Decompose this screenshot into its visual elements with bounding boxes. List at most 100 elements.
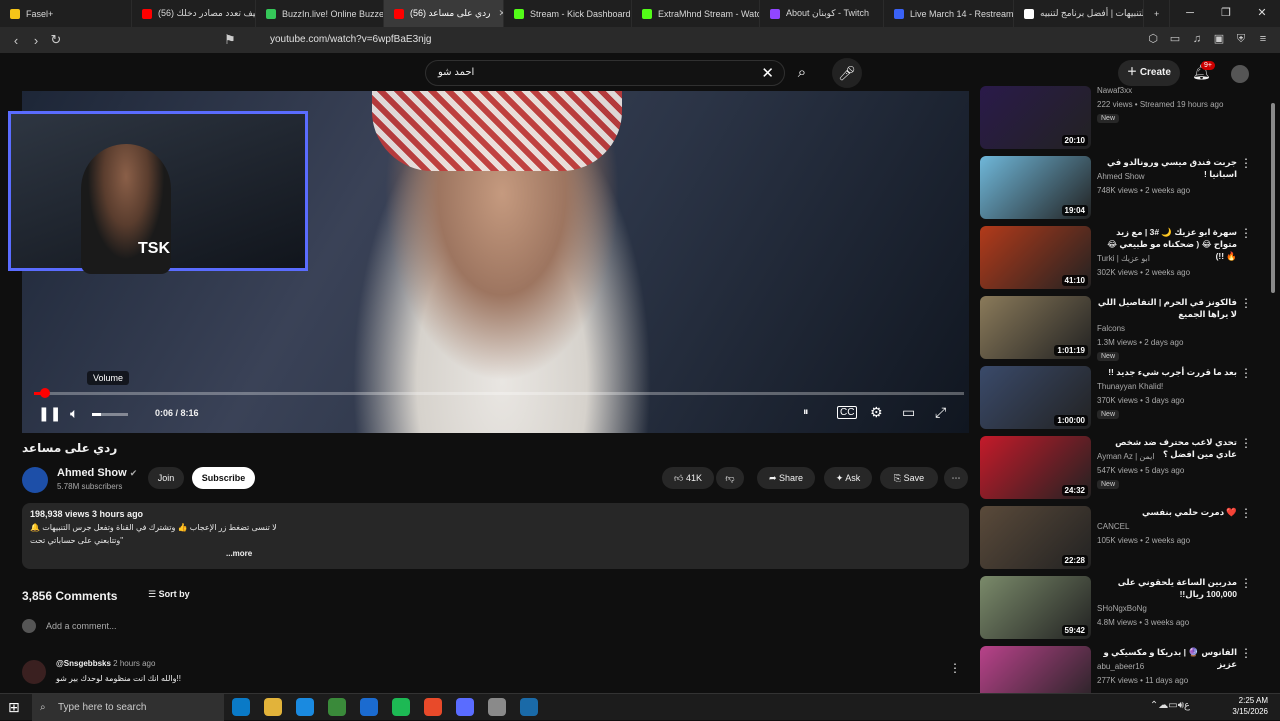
recommendation-item[interactable]: 19:04 جربت فندق ميسي ورونالدو في اسبانيا … <box>978 156 1268 220</box>
reload-button[interactable]: ↻ <box>46 32 66 48</box>
video-thumbnail[interactable]: 24:32 <box>980 436 1091 499</box>
commenter-name[interactable]: @Snsgebbsks 2 hours ago <box>56 659 155 668</box>
taskbar-search[interactable]: ⌕ Type here to search <box>32 694 224 721</box>
taskbar-app-icon[interactable] <box>520 698 538 716</box>
recommendation-item[interactable]: 1:00:00 بعد ما قررت أجرب شيء جديد !! Thuna… <box>978 366 1268 430</box>
recommendation-channel[interactable]: Turki | ابو عزيك <box>1097 254 1150 263</box>
recommendation-channel[interactable]: Ayman Az | ايمن <box>1097 452 1155 461</box>
recommendation-title[interactable]: بعد ما قررت أجرب شيء جديد !! <box>1097 366 1237 378</box>
bookmark-icon[interactable]: ⚑ <box>220 32 240 48</box>
add-comment-field[interactable]: Add a comment... <box>22 619 969 635</box>
scrollbar[interactable] <box>1271 103 1275 293</box>
sort-by-button[interactable]: ☰ Sort by <box>148 589 190 600</box>
share-button[interactable]: ➦ Share <box>757 467 815 489</box>
video-thumbnail[interactable]: 1:01:19 <box>980 296 1091 359</box>
clock[interactable]: 2:25 AM 3/15/2026 <box>1232 695 1268 717</box>
recommendation-item[interactable]: 36:05الفانوس 🔮 | بدريكا و مكسيكي و عزيزa… <box>978 646 1268 693</box>
sidebar-icon[interactable]: ▭ <box>1168 32 1182 46</box>
settings-icon[interactable]: ⚙ <box>870 404 883 421</box>
recommendation-item[interactable]: 41:10 سهرة ابو عزيك 🌙 #3 | مع زيد متواح 😂… <box>978 226 1268 290</box>
taskbar-app-icon[interactable] <box>328 698 346 716</box>
join-button[interactable]: Join <box>148 467 184 489</box>
subscribe-button[interactable]: Subscribe <box>192 467 255 489</box>
media-icon[interactable]: ♫ <box>1190 32 1204 46</box>
create-button[interactable]: ＋ Create <box>1118 60 1180 86</box>
miniplayer-icon[interactable]: ▭ <box>902 404 915 421</box>
pause-icon[interactable]: ❚❚ <box>38 405 61 422</box>
more-actions-button[interactable]: ⋯ <box>944 467 968 489</box>
recommendation-item[interactable]: 20:10 Nawaf3xx 222 views • Streamed 19 hou… <box>978 86 1268 150</box>
recommendation-title[interactable]: فالكونز في الحرم | التفاصيل اللي لا يراه… <box>1097 296 1237 320</box>
address-bar[interactable]: youtube.com/watch?v=6wpfBaE3njg <box>240 31 960 49</box>
recommendation-title[interactable]: ❤️ دمرت حلمي بنفسي <box>1097 506 1237 518</box>
volume-slider[interactable] <box>92 413 128 416</box>
more-options-icon[interactable]: ⋮ <box>1240 576 1252 590</box>
video-thumbnail[interactable]: 22:28 <box>980 506 1091 569</box>
channel-avatar[interactable] <box>22 467 48 493</box>
more-options-icon[interactable]: ⋮ <box>1240 436 1252 450</box>
recommendation-title[interactable]: مدربين الساعة يلحقوني على 100,000 ريال!! <box>1097 576 1237 600</box>
menu-icon[interactable]: ≡ <box>1256 32 1270 46</box>
comment-menu-icon[interactable]: ⋮ <box>949 661 961 675</box>
recommendation-channel[interactable]: Nawaf3xx <box>1097 86 1132 95</box>
recommendation-item[interactable]: 24:32 تحدي لاعب محترف ضد شخص عادي مين افض… <box>978 436 1268 500</box>
save-button[interactable]: ⎘ Save <box>880 467 938 489</box>
more-options-icon[interactable]: ⋮ <box>1240 156 1252 170</box>
taskbar-app-icon[interactable] <box>488 698 506 716</box>
taskbar-app-icon[interactable] <box>360 698 378 716</box>
browser-tab[interactable]: (56) كيف تعدد مصادر دخلك <box>132 0 256 27</box>
channel-name[interactable]: Ahmed Show ✔ <box>57 467 137 479</box>
recommendation-item[interactable]: 1:01:19 فالكونز في الحرم | التفاصيل اللي … <box>978 296 1268 361</box>
recommendation-channel[interactable]: abu_abeer16 <box>1097 662 1144 671</box>
recommendation-item[interactable]: 59:42 مدربين الساعة يلحقوني على 100,000 ر… <box>978 576 1268 640</box>
browser-tab[interactable]: Fasel+ <box>0 0 132 27</box>
windows-start-icon[interactable]: ⊞ <box>8 699 20 716</box>
taskbar-app-icon[interactable] <box>424 698 442 716</box>
close-window-button[interactable]: ✕ <box>1244 0 1280 27</box>
shield-icon[interactable]: ⛨ <box>1234 32 1248 46</box>
browser-tab[interactable]: Live March 14 - Restream <box>884 0 1014 27</box>
recommendation-channel[interactable]: SHoNgxBoNg <box>1097 604 1147 613</box>
minimize-button[interactable]: ─ <box>1172 0 1208 27</box>
ask-button[interactable]: ✦ Ask <box>824 467 872 489</box>
new-tab-button[interactable]: + <box>1144 0 1171 27</box>
video-thumbnail[interactable]: 19:04 <box>980 156 1091 219</box>
clear-search-icon[interactable]: ✕ <box>761 64 774 82</box>
browser-tab[interactable]: BuzzIn.live! Online Buzzer <box>256 0 384 27</box>
search-input[interactable]: احمد شو ✕ <box>425 60 785 86</box>
taskbar-app-icon[interactable] <box>296 698 314 716</box>
more-options-icon[interactable]: ⋮ <box>1240 646 1252 660</box>
video-thumbnail[interactable]: 59:42 <box>980 576 1091 639</box>
taskbar-app-icon[interactable] <box>392 698 410 716</box>
wallet-icon[interactable]: ▣ <box>1212 32 1226 46</box>
browser-tab[interactable]: (56) ردي على مساعد✕ <box>384 0 504 27</box>
like-button[interactable]: 👍︎ 41K <box>662 467 714 489</box>
captions-icon[interactable]: CC <box>837 406 858 419</box>
forward-button[interactable]: › <box>26 33 46 48</box>
fullscreen-icon[interactable]: ⤢ <box>935 404 946 421</box>
recommendation-channel[interactable]: Thunayyan Khalid! <box>1097 382 1163 391</box>
recommendation-channel[interactable]: Falcons <box>1097 324 1125 333</box>
taskbar-app-icon[interactable] <box>232 698 250 716</box>
more-options-icon[interactable]: ⋮ <box>1240 366 1252 380</box>
taskbar-app-icon[interactable] <box>264 698 282 716</box>
browser-tab[interactable]: ExtraMhnd Stream - Watch <box>632 0 760 27</box>
recommendation-channel[interactable]: Ahmed Show <box>1097 172 1145 181</box>
autoplay-toggle[interactable]: ⏸ <box>803 406 809 419</box>
video-thumbnail[interactable]: 36:05 <box>980 646 1091 693</box>
dislike-button[interactable]: 👎︎ <box>716 467 744 489</box>
maximize-button[interactable]: ❐ <box>1208 0 1244 27</box>
more-link[interactable]: ...more <box>226 549 252 558</box>
more-options-icon[interactable]: ⋮ <box>1240 226 1252 240</box>
extensions-icon[interactable]: ⬡ <box>1146 32 1160 46</box>
browser-tab[interactable]: التنبيهات | أفضل برنامج لتنبيه <box>1014 0 1144 27</box>
recommendation-channel[interactable]: CANCEL <box>1097 522 1129 531</box>
video-thumbnail[interactable]: 20:10 <box>980 86 1091 149</box>
browser-tab[interactable]: About كوبنان - Twitch <box>760 0 884 27</box>
progress-bar[interactable] <box>34 388 964 398</box>
description-box[interactable]: 198,938 views 3 hours ago 🔔 لا تنسى تضغط… <box>22 503 969 569</box>
browser-tab[interactable]: Stream - Kick Dashboard <box>504 0 632 27</box>
more-options-icon[interactable]: ⋮ <box>1240 506 1252 520</box>
recommendation-item[interactable]: 22:28 ❤️ دمرت حلمي بنفسي CANCEL 105K views … <box>978 506 1268 570</box>
commenter-avatar[interactable] <box>22 660 46 684</box>
